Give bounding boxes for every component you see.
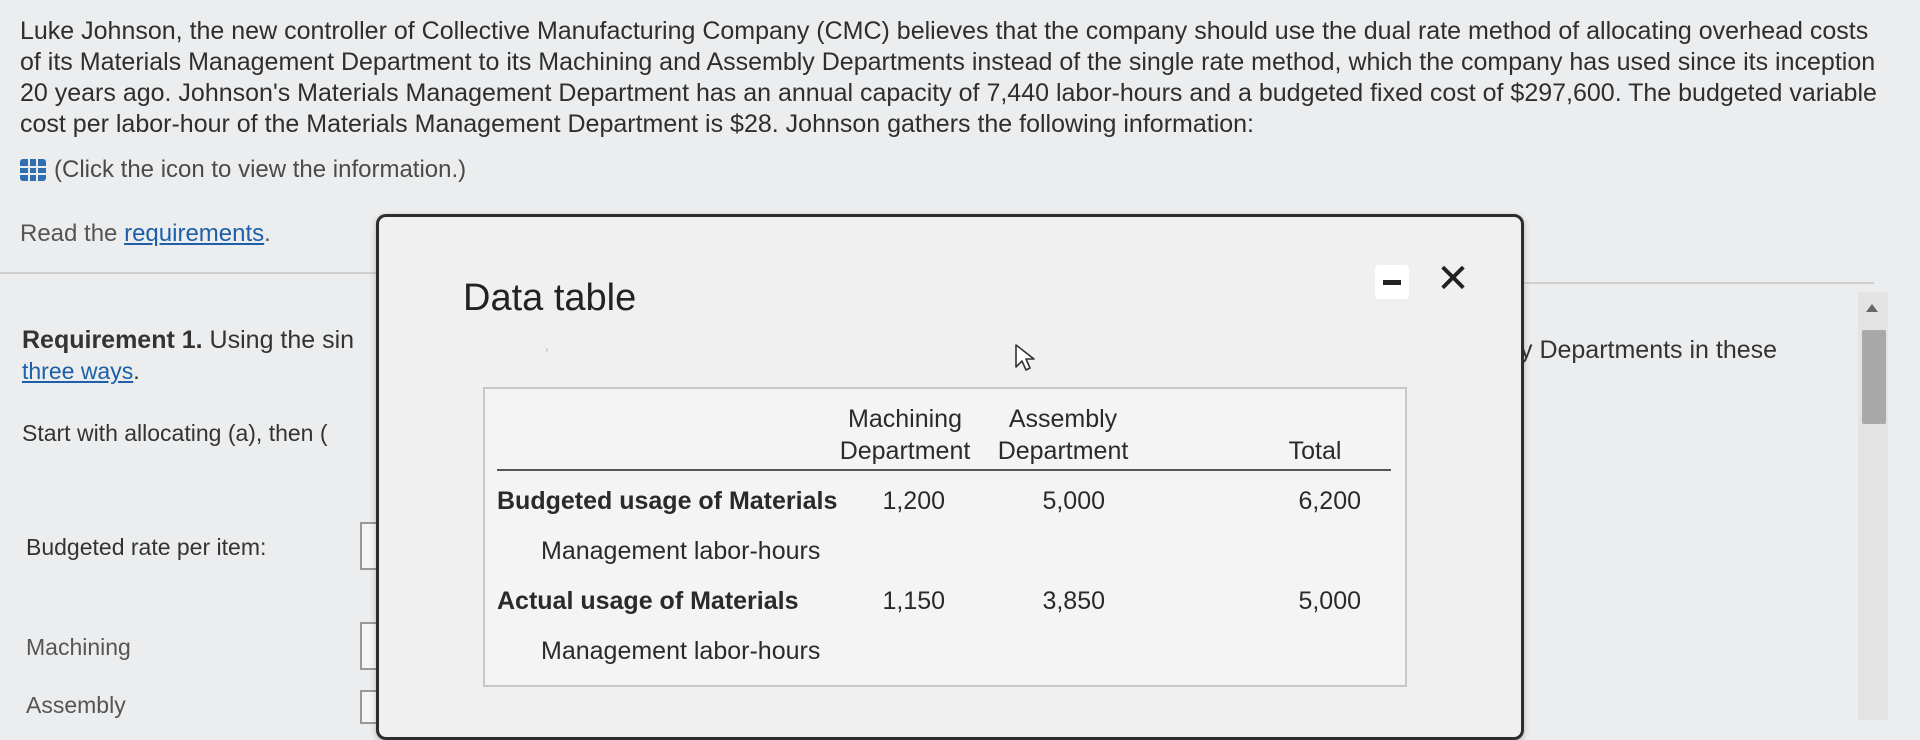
data-table: Machining Department Assembly Department… [483,387,1407,687]
scroll-up-arrow-icon[interactable] [1866,304,1878,312]
row-label-actual: Actual usage of Materials [497,587,799,615]
row-sublabel-actual: Management labor-hours [541,637,821,665]
col-header-total: Total [1288,437,1342,465]
cell-actual-total: 5,000 [1298,587,1361,615]
budgeted-rate-label: Budgeted rate per item: [26,534,267,560]
modal-title: Data table [463,277,637,319]
close-icon[interactable]: ✕ [1433,259,1473,299]
requirement-1-label: Requirement 1. [22,326,203,354]
mouse-pointer-icon [1015,344,1035,371]
read-prefix: Read the [20,220,125,247]
col-header-machining: Machining Department [835,403,975,467]
cell-actual-machining: 1,150 [882,587,945,615]
machining-label: Machining [26,634,131,660]
info-link-text[interactable]: (Click the icon to view the information.… [54,156,466,184]
decorative-tick: ʼ [545,347,549,364]
read-requirements-line: Read the requirements. [20,220,271,248]
assembly-label: Assembly [26,692,126,718]
requirement-1-cont: three ways. [22,358,140,385]
read-suffix: . [264,220,271,247]
row-sublabel-budgeted: Management labor-hours [541,537,821,565]
requirement-1-text: Requirement 1. Using the sin [22,326,354,355]
row-label-budgeted: Budgeted usage of Materials [497,487,838,515]
start-instruction: Start with allocating (a), then ( [22,420,328,446]
scrollbar-thumb[interactable] [1862,330,1886,424]
problem-statement: Luke Johnson, the new controller of Coll… [20,17,1877,138]
col-header-assembly-1: Assembly [1008,405,1118,433]
info-link-row[interactable]: (Click the icon to view the information.… [20,156,466,184]
three-ways-link[interactable]: three ways [22,358,133,384]
data-table-modal: Data table ✕ ʼ Machining Department Asse… [376,214,1524,740]
col-header-assembly-2: Department [997,437,1129,465]
cell-budgeted-machining: 1,200 [882,487,945,515]
section-divider-right [1518,282,1874,284]
requirement-text-right: y Departments in these [1520,336,1778,364]
cell-budgeted-total: 6,200 [1298,487,1361,515]
requirement-1-body: Using the sin [202,326,355,354]
header-rule [497,469,1391,471]
minimize-button[interactable] [1375,265,1409,299]
requirements-link[interactable]: requirements [124,220,264,247]
col-header-assembly: Assembly Department [983,403,1143,467]
table-grid-icon[interactable] [20,159,46,181]
link-suffix: . [133,358,140,384]
cell-budgeted-assembly: 5,000 [1042,487,1105,515]
col-header-machining-1: Machining [848,405,962,433]
section-divider [0,272,380,274]
col-header-machining-2: Department [839,437,971,465]
cell-actual-assembly: 3,850 [1042,587,1105,615]
